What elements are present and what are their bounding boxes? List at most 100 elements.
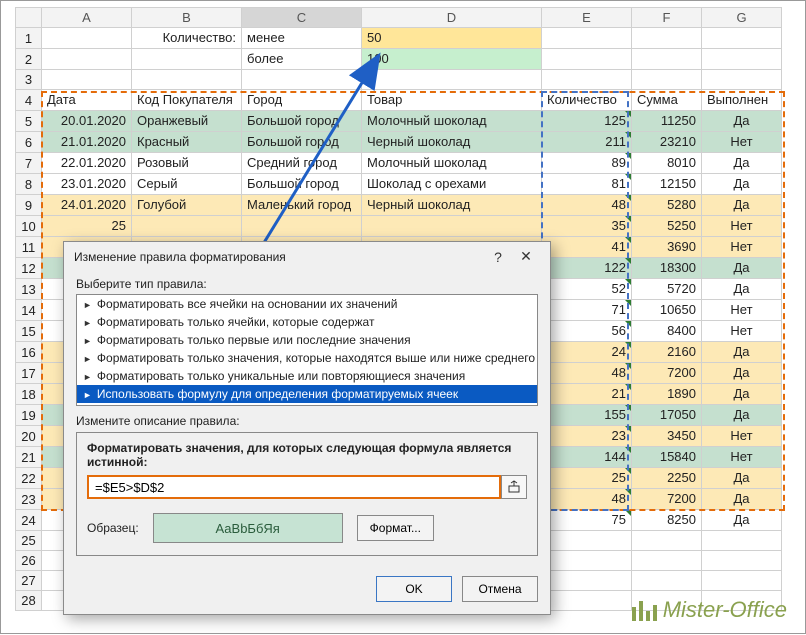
cell[interactable]: 5250 (632, 216, 702, 237)
cell[interactable]: 25 (542, 468, 632, 489)
help-button[interactable]: ? (484, 249, 512, 265)
cell[interactable]: 11250 (632, 111, 702, 132)
row-header[interactable]: 13 (16, 279, 42, 300)
row-header[interactable]: 20 (16, 426, 42, 447)
cell[interactable]: 22.01.2020 (42, 153, 132, 174)
cell[interactable]: Да (702, 153, 782, 174)
cell[interactable]: 3690 (632, 237, 702, 258)
cell[interactable]: 23.01.2020 (42, 174, 132, 195)
cell[interactable] (42, 70, 132, 90)
col-header-D[interactable]: D (362, 8, 542, 28)
cell[interactable] (542, 591, 632, 611)
cell[interactable]: 144 (542, 447, 632, 468)
cell[interactable]: 8250 (632, 510, 702, 531)
cell[interactable] (702, 551, 782, 571)
rule-type-item[interactable]: Форматировать все ячейки на основании их… (77, 295, 537, 313)
cell[interactable]: 89 (542, 153, 632, 174)
cell[interactable] (542, 28, 632, 49)
cell[interactable]: 48 (542, 363, 632, 384)
cell[interactable]: 8400 (632, 321, 702, 342)
range-picker-button[interactable] (501, 475, 527, 499)
cell[interactable]: Молочный шоколад (362, 153, 542, 174)
row-header[interactable]: 7 (16, 153, 42, 174)
cell[interactable]: 23210 (632, 132, 702, 153)
cell[interactable]: Нет (702, 447, 782, 468)
cell[interactable] (242, 70, 362, 90)
cell[interactable]: 50 (362, 28, 542, 49)
cell[interactable]: 155 (542, 405, 632, 426)
cell[interactable]: 10650 (632, 300, 702, 321)
cell[interactable]: Нет (702, 132, 782, 153)
cell[interactable]: 17050 (632, 405, 702, 426)
cell[interactable]: 7200 (632, 489, 702, 510)
cell[interactable]: Код Покупателя (132, 90, 242, 111)
cell[interactable] (632, 571, 702, 591)
col-header-G[interactable]: G (702, 8, 782, 28)
cell[interactable] (542, 551, 632, 571)
cell[interactable]: Большой город (242, 132, 362, 153)
cell[interactable] (632, 531, 702, 551)
row-header[interactable]: 5 (16, 111, 42, 132)
cell[interactable]: Серый (132, 174, 242, 195)
cell[interactable]: 125 (542, 111, 632, 132)
cell[interactable]: 8010 (632, 153, 702, 174)
row-header[interactable]: 27 (16, 571, 42, 591)
cell[interactable] (362, 70, 542, 90)
cell[interactable]: Товар (362, 90, 542, 111)
rule-type-item[interactable]: Форматировать только уникальные или повт… (77, 367, 537, 385)
cell[interactable]: Нет (702, 216, 782, 237)
rule-type-item[interactable]: Форматировать только первые или последни… (77, 331, 537, 349)
cell[interactable]: Количество: (132, 28, 242, 49)
cell[interactable]: более (242, 49, 362, 70)
cell[interactable]: 25 (42, 216, 132, 237)
cell[interactable]: Нет (702, 237, 782, 258)
cell[interactable]: 7200 (632, 363, 702, 384)
rule-type-list[interactable]: Форматировать все ячейки на основании их… (76, 294, 538, 406)
cell[interactable]: Маленький город (242, 195, 362, 216)
cell[interactable] (632, 591, 702, 611)
cell[interactable]: 75 (542, 510, 632, 531)
cell[interactable]: 21.01.2020 (42, 132, 132, 153)
cell[interactable]: Дата (42, 90, 132, 111)
rule-type-item[interactable]: Форматировать только ячейки, которые сод… (77, 313, 537, 331)
cell[interactable] (632, 551, 702, 571)
cell[interactable]: Большой город (242, 174, 362, 195)
select-all-corner[interactable] (16, 8, 42, 28)
col-header-A[interactable]: A (42, 8, 132, 28)
row-header[interactable]: 21 (16, 447, 42, 468)
cell[interactable] (632, 70, 702, 90)
cell[interactable]: Выполнен (702, 90, 782, 111)
cell[interactable] (702, 571, 782, 591)
cell[interactable]: 48 (542, 195, 632, 216)
cell[interactable]: 71 (542, 300, 632, 321)
rule-type-item[interactable]: Форматировать только значения, которые н… (77, 349, 537, 367)
row-header[interactable]: 22 (16, 468, 42, 489)
cell[interactable]: Сумма (632, 90, 702, 111)
cell[interactable] (542, 70, 632, 90)
cell[interactable] (702, 531, 782, 551)
cell[interactable]: Голубой (132, 195, 242, 216)
row-header[interactable]: 3 (16, 70, 42, 90)
cell[interactable]: Большой город (242, 111, 362, 132)
cell[interactable] (132, 70, 242, 90)
row-header[interactable]: 10 (16, 216, 42, 237)
cell[interactable]: Молочный шоколад (362, 111, 542, 132)
cell[interactable]: 12150 (632, 174, 702, 195)
cell[interactable]: 211 (542, 132, 632, 153)
cell[interactable] (542, 571, 632, 591)
cell[interactable]: 5280 (632, 195, 702, 216)
row-header[interactable]: 26 (16, 551, 42, 571)
cell[interactable]: Да (702, 111, 782, 132)
cell[interactable]: 5720 (632, 279, 702, 300)
ok-button[interactable]: OK (376, 576, 452, 602)
cell[interactable] (702, 28, 782, 49)
cell[interactable]: Розовый (132, 153, 242, 174)
row-header[interactable]: 24 (16, 510, 42, 531)
cell[interactable]: 35 (542, 216, 632, 237)
row-header[interactable]: 12 (16, 258, 42, 279)
cell[interactable]: 24.01.2020 (42, 195, 132, 216)
cell[interactable]: 21 (542, 384, 632, 405)
cancel-button[interactable]: Отмена (462, 576, 538, 602)
cell[interactable]: 122 (542, 258, 632, 279)
row-header[interactable]: 8 (16, 174, 42, 195)
